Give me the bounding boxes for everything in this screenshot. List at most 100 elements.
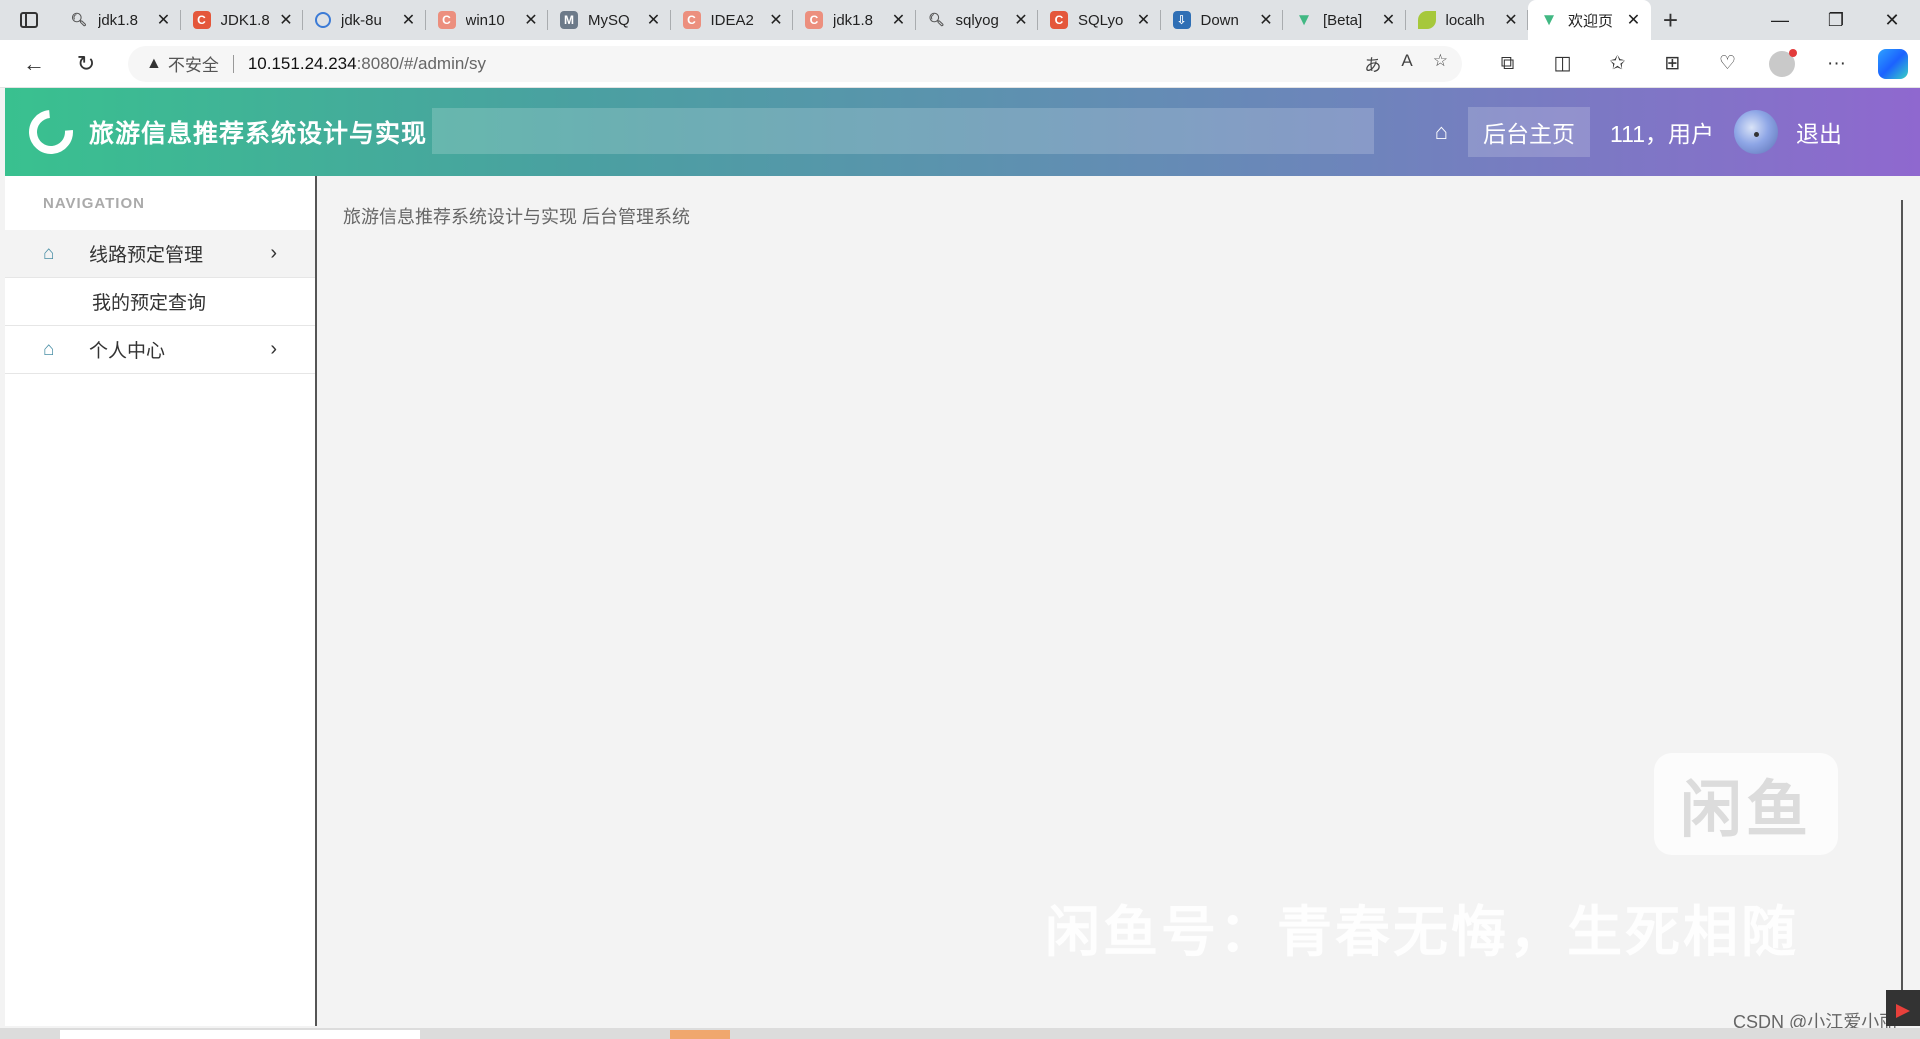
more-menu-icon[interactable]: ··· [1809,53,1864,75]
close-tab-icon[interactable]: ✕ [1135,10,1153,30]
close-tab-icon[interactable]: ✕ [155,10,173,30]
sidebar-item-personal-center[interactable]: ⌂ 个人中心 › [5,326,315,374]
translate-icon[interactable]: あ [1364,51,1381,76]
nav-caption: NAVIGATION [43,194,145,212]
close-tab-icon[interactable]: ✕ [1012,10,1030,30]
sidebar-subitem-label: 我的预定查询 [92,293,207,314]
csdn-icon: C [192,11,211,29]
close-tab-icon[interactable]: ✕ [890,10,908,30]
app-title: 旅游信息推荐系统设计与实现 [89,120,428,148]
toolbar-actions: ⧉ ◫ ✩ ⊞ ♡ ··· [1480,40,1908,88]
header-actions: ⌂ 后台主页 111，用户 退出 [1435,88,1920,176]
user-avatar[interactable] [1734,110,1778,154]
csdn-icon: C [1050,11,1068,29]
vue-icon: ▼ [1295,10,1313,29]
sidebar-subitem-my-bookings[interactable]: 我的预定查询 [5,278,315,326]
browser-tab[interactable]: 🔍︎ sqlyog ✕ [916,0,1039,40]
browser-tab[interactable]: Cjdk1.8 ✕ [793,0,916,40]
tab-actions-icon [20,12,38,28]
bottom-strip [0,1028,1920,1039]
csdn-icon: C [437,11,456,29]
close-tab-icon[interactable]: ✕ [1257,10,1275,30]
browser-tab[interactable]: C SQLyo ✕ [1038,0,1161,40]
reload-button[interactable]: ↻ [60,40,112,88]
split-screen-icon[interactable]: ◫ [1535,52,1590,75]
close-tab-icon[interactable]: ✕ [1380,10,1398,30]
restore-icon[interactable]: ❐ [1808,0,1864,40]
profile-avatar-icon[interactable] [1769,48,1797,77]
browser-tab[interactable]: jdk-8u ✕ [303,0,426,40]
performance-icon[interactable]: ♡ [1700,52,1755,75]
back-button[interactable]: ← [8,40,60,88]
gear-icon [315,12,331,28]
browser-tab[interactable]: ⇩ Down ✕ [1161,0,1284,40]
watermark-logo-text: 闲鱼 [1679,776,1812,845]
home-icon[interactable]: ⌂ [1435,119,1448,145]
close-window-icon[interactable]: ✕ [1864,0,1920,40]
sidebar-item-label: 个人中心 [89,341,166,362]
chevron-right-icon: › [270,338,277,360]
sidebar: NAVIGATION ⌂ 线路预定管理 › 我的预定查询 ⌂ 个人中心 › [5,176,317,1026]
address-bar-actions: あ A ☆ [1364,51,1448,76]
vue-icon: ▼ [1540,10,1558,29]
browser-tab-strip: 🔍︎ jdk1.8 ✕ C JDK1.8 ✕ jdk-8u ✕ Cwin10 ✕ M MySQ… [0,0,1920,40]
close-tab-icon[interactable]: ✕ [522,10,540,30]
close-tab-icon[interactable]: ✕ [277,10,295,30]
search-icon: 🔍︎ [70,12,88,27]
download-site-icon: ⇩ [1172,11,1191,29]
close-tab-icon[interactable]: ✕ [1625,10,1643,30]
close-tab-icon[interactable]: ✕ [645,10,663,30]
watermark-logo: 闲鱼 [1654,753,1838,855]
minimize-icon[interactable]: — [1752,0,1808,40]
mysql-icon: M [560,11,578,29]
security-label: 不安全 [167,56,219,75]
logout-button[interactable]: 退出 [1796,115,1842,149]
browser-tab[interactable]: M MySQ ✕ [548,0,671,40]
csdn-icon: C [682,11,701,29]
logo-icon [20,101,82,163]
chevron-right-icon: › [270,242,277,264]
browser-toolbar: ← ↻ ▲ 不安全 10.151.24.234:8080/#/admin/sy … [0,40,1920,88]
home-icon: ⌂ [43,242,55,264]
address-bar[interactable]: ▲ 不安全 10.151.24.234:8080/#/admin/sy あ A … [128,45,1462,82]
close-tab-icon[interactable]: ✕ [767,10,785,30]
close-tab-icon[interactable]: ✕ [1502,10,1520,30]
new-tab-button[interactable]: + [1651,0,1691,40]
tab-actions-button[interactable] [0,0,58,40]
scrollbar[interactable] [1901,200,1903,990]
extensions-icon[interactable]: ⧉ [1480,53,1535,75]
read-aloud-icon[interactable]: A [1401,51,1412,76]
taskbar-segment [60,1030,420,1039]
collections-icon[interactable]: ⊞ [1645,52,1700,75]
divider [232,54,234,73]
welcome-text: 旅游信息推荐系统设计与实现 后台管理系统 [343,207,690,227]
copilot-icon[interactable] [1878,48,1908,79]
warning-icon: ▲ [146,54,162,72]
browser-tab-active[interactable]: ▼ 欢迎页 ✕ [1528,0,1651,40]
sidebar-item-route-booking[interactable]: ⌂ 线路预定管理 › [5,230,315,278]
favorites-icon[interactable]: ✩ [1590,52,1645,75]
browser-tab[interactable]: 🔍︎ jdk1.8 ✕ [58,0,181,40]
tab-list: 🔍︎ jdk1.8 ✕ C JDK1.8 ✕ jdk-8u ✕ Cwin10 ✕ M MySQ… [58,0,1651,40]
browser-tab[interactable]: C IDEA2 ✕ [671,0,794,40]
home-icon: ⌂ [43,338,55,360]
csdn-icon: C [805,11,823,29]
browser-tab[interactable]: C JDK1.8 ✕ [181,0,304,40]
media-play-icon [1886,990,1920,1026]
search-icon: 🔍︎ [928,12,945,27]
back-arrow-icon: ← [23,50,45,76]
window-controls: — ❐ ✕ [1752,0,1920,40]
sidebar-item-label: 线路预定管理 [89,245,204,266]
header-band [432,108,1374,154]
user-label: 111，用户 [1610,121,1714,147]
watermark-text: 闲鱼号：青春无悔，生死相随 [1045,901,1800,963]
backend-home-button[interactable]: 后台主页 [1468,107,1591,157]
browser-tab[interactable]: ▼ [Beta] ✕ [1283,0,1406,40]
browser-tab[interactable]: localh ✕ [1406,0,1529,40]
favorite-star-icon[interactable]: ☆ [1433,51,1448,76]
reload-icon: ↻ [76,50,96,76]
url-host: 10.151.24.234 [247,53,357,73]
leaf-icon [1417,11,1436,29]
close-tab-icon[interactable]: ✕ [400,10,418,30]
browser-tab[interactable]: Cwin10 ✕ [426,0,549,40]
